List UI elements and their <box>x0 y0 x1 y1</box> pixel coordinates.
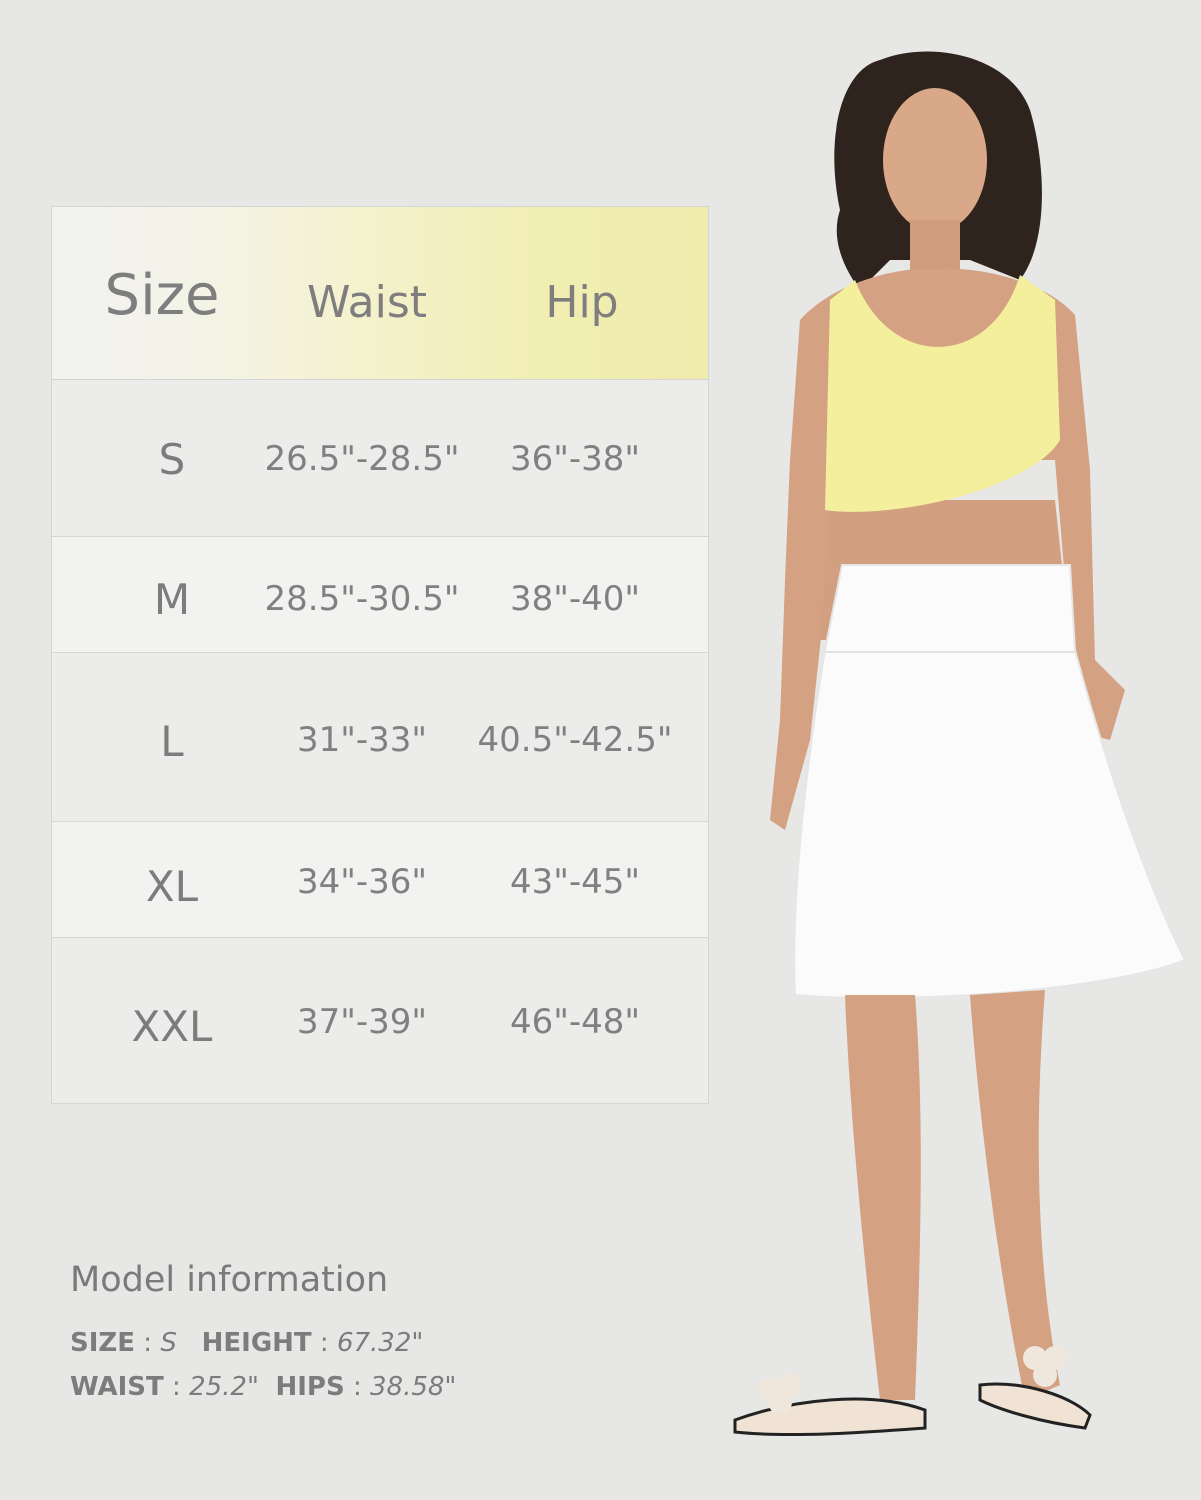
model-info-title: Model information <box>70 1260 389 1300</box>
size-cell: M <box>153 575 191 624</box>
model-photo <box>733 51 1187 1437</box>
header-size: Size <box>104 263 220 328</box>
waist-value: 25.2" <box>189 1372 259 1402</box>
hip-cell: 40.5"-42.5" <box>477 720 673 760</box>
size-cell: XXL <box>131 1002 213 1051</box>
size-row-l: L 31"-33" 40.5"-42.5" <box>52 653 708 822</box>
hip-cell: 43"-45" <box>509 862 641 902</box>
size-cell: L <box>160 717 184 766</box>
size-row-xxl: XXL 37"-39" 46"-48" <box>52 938 708 1104</box>
waist-cell: 34"-36" <box>296 862 428 902</box>
model-info-line-2: WAIST : 25.2" HIPS : 38.58" <box>70 1372 457 1402</box>
size-value: S <box>160 1328 177 1358</box>
waist-cell: 28.5"-30.5" <box>264 579 460 619</box>
hip-cell: 46"-48" <box>509 1002 641 1042</box>
waist-cell: 26.5"-28.5" <box>264 439 460 479</box>
hips-value: 38.58" <box>369 1372 457 1402</box>
size-cell: S <box>158 435 186 484</box>
header-hip: Hip <box>545 277 619 328</box>
size-chart-header: Size Waist Hip <box>52 207 708 380</box>
size-cell: XL <box>145 862 199 911</box>
waist-label: WAIST <box>70 1372 164 1402</box>
hips-label: HIPS <box>275 1372 345 1402</box>
height-label: HEIGHT <box>201 1328 312 1358</box>
size-row-xl: XL 34"-36" 43"-45" <box>52 822 708 938</box>
size-chart-table: Size Waist Hip S 26.5"-28.5" 36"-38" M 2… <box>51 206 709 1104</box>
hip-cell: 36"-38" <box>509 439 641 479</box>
model-info-line-1: SIZE : S HEIGHT : 67.32" <box>70 1328 424 1358</box>
header-waist: Waist <box>306 277 428 328</box>
height-value: 67.32" <box>336 1328 424 1358</box>
size-label: SIZE <box>70 1328 136 1358</box>
waist-cell: 31"-33" <box>296 720 428 760</box>
size-row-m: M 28.5"-30.5" 38"-40" <box>52 537 708 653</box>
waist-cell: 37"-39" <box>296 1002 428 1042</box>
hip-cell: 38"-40" <box>509 579 641 619</box>
size-row-s: S 26.5"-28.5" 36"-38" <box>52 379 708 537</box>
